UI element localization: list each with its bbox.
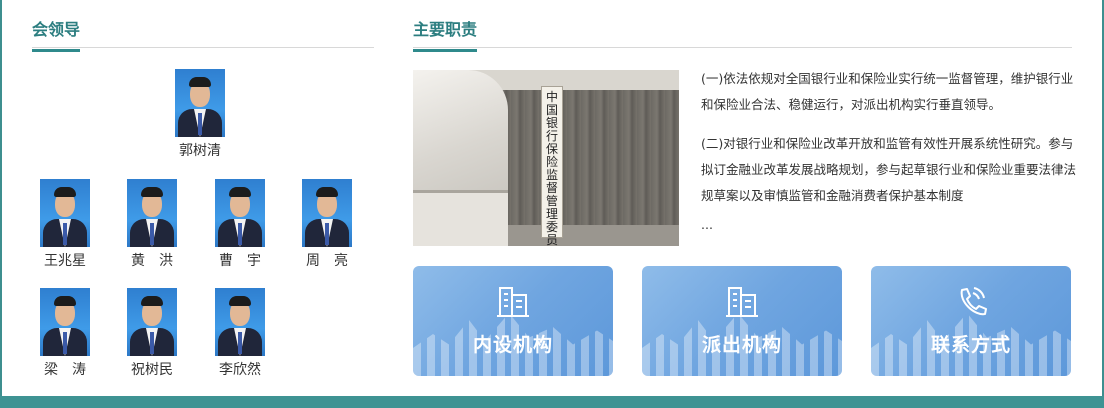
duties-section-header: 主要职责 (413, 0, 1072, 52)
leader-card[interactable]: 祝树民 (122, 288, 182, 379)
leader-portrait[interactable] (175, 69, 225, 137)
building-sign: 中国银行保险监督管理委员会 (541, 86, 563, 246)
card-label: 派出机构 (701, 334, 782, 356)
leader-portrait[interactable] (215, 288, 265, 356)
leader-card[interactable]: 郭树清 (170, 69, 230, 160)
leader-name[interactable]: 郭树清 (170, 140, 230, 160)
bottom-bar (0, 396, 1104, 408)
duty-paragraph: (一)依法依规对全国银行业和保险业实行统一监督管理，维护银行业和保险业合法、稳健… (701, 71, 1074, 112)
leader-card[interactable]: 王兆星 (35, 179, 95, 270)
leader-portrait[interactable] (127, 288, 177, 356)
leader-name[interactable]: 黄 洪 (122, 250, 182, 270)
leaders-section-header: 会领导 (32, 0, 374, 52)
phone-icon (960, 287, 987, 316)
duties-more-link[interactable]: ... (701, 217, 713, 232)
leader-name[interactable]: 曹 宇 (210, 250, 270, 270)
leader-name[interactable]: 李欣然 (210, 359, 270, 379)
leader-name[interactable]: 祝树民 (122, 359, 182, 379)
leader-portrait[interactable] (215, 179, 265, 247)
leader-card[interactable]: 曹 宇 (210, 179, 270, 270)
duties-section-title: 主要职责 (413, 16, 478, 52)
leader-name[interactable]: 王兆星 (35, 250, 95, 270)
building-icon (497, 287, 529, 317)
regulator-building-photo: 中国银行保险监督管理委员会 (413, 70, 679, 246)
leader-card[interactable]: 梁 涛 (35, 288, 95, 379)
building-icon (726, 287, 758, 317)
leader-card[interactable]: 周 亮 (297, 179, 357, 270)
leader-portrait[interactable] (302, 179, 352, 247)
leader-card[interactable]: 黄 洪 (122, 179, 182, 270)
contact-info-card[interactable]: 联系方式 (871, 266, 1071, 376)
duty-paragraph: (二)对银行业和保险业改革开放和监管有效性开展系统性研究。参与拟订金融业改革发展… (701, 136, 1077, 203)
internal-departments-card[interactable]: 内设机构 (413, 266, 613, 376)
card-label: 内设机构 (472, 334, 553, 356)
leader-name[interactable]: 周 亮 (297, 250, 357, 270)
leader-portrait[interactable] (127, 179, 177, 247)
card-label: 联系方式 (930, 334, 1011, 356)
leader-portrait[interactable] (40, 288, 90, 356)
leader-card[interactable]: 李欣然 (210, 288, 270, 379)
leader-portrait[interactable] (40, 179, 90, 247)
leader-name[interactable]: 梁 涛 (35, 359, 95, 379)
leaders-section-title: 会领导 (32, 16, 81, 52)
branch-offices-card[interactable]: 派出机构 (642, 266, 842, 376)
